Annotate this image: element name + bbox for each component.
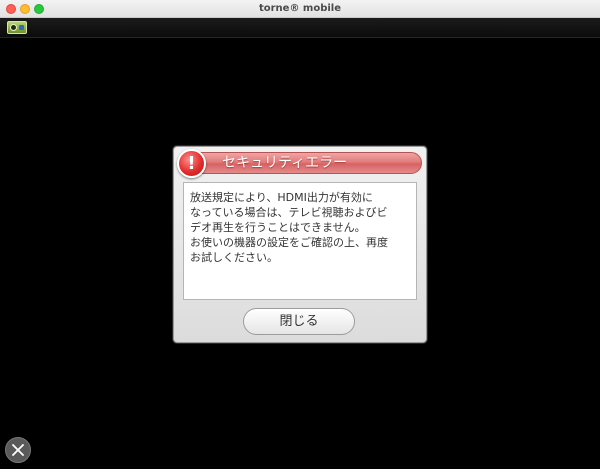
close-x-icon	[12, 444, 24, 456]
message-line: デオ再生を行うことはできません。	[190, 221, 366, 234]
torne-app-icon	[7, 21, 27, 34]
message-line: お使いの機器の設定をご確認の上、再度	[190, 236, 388, 249]
close-dialog-button[interactable]: 閉じる	[243, 308, 355, 335]
dialog-header: ! セキュリティエラー	[177, 149, 422, 178]
app-toolbar	[0, 18, 600, 38]
message-line: 放送規定により、HDMI出力が有効に	[190, 191, 373, 204]
exit-button[interactable]	[5, 437, 31, 463]
message-line: お試しください。	[190, 251, 278, 264]
security-error-dialog: ! セキュリティエラー 放送規定により、HDMI出力が有効に なっている場合は、…	[173, 146, 427, 343]
dialog-title: セキュリティエラー	[222, 155, 348, 171]
app-window: torne® mobile ! セキュリティエラー 放送規定により、HDMI出力…	[0, 0, 600, 469]
dialog-message: 放送規定により、HDMI出力が有効に なっている場合は、テレビ視聴およびビ デオ…	[183, 182, 417, 300]
title-bar: torne® mobile	[0, 0, 600, 18]
message-line: なっている場合は、テレビ視聴およびビ	[190, 206, 388, 219]
window-title: torne® mobile	[258, 3, 342, 14]
exclamation-icon: !	[177, 149, 206, 178]
